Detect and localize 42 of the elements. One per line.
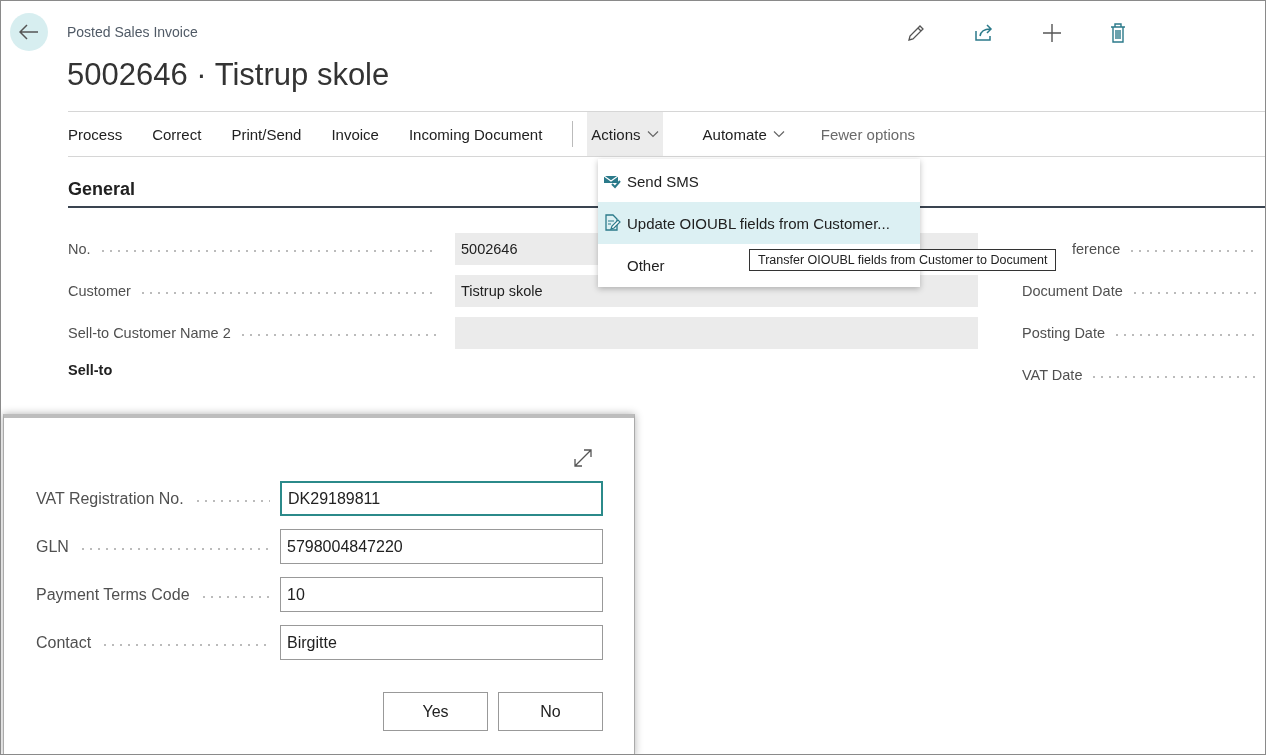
menu-item[interactable]: Send SMS [598,160,920,202]
field-label: No. [68,241,91,257]
field-label: VAT Registration No. [36,489,184,508]
action-tab[interactable]: Process [68,112,123,156]
field-label: Document Date [1022,283,1123,299]
expand-icon[interactable] [573,448,593,468]
action-tab[interactable]: Print/Send [231,112,302,156]
field-label: Contact [36,633,92,652]
caret-icon [646,130,659,138]
menu-item[interactable]: Update OIOUBL fields from Customer... [598,202,920,244]
field-label: GLN [36,537,69,556]
page-caption: Posted Sales Invoice [67,24,199,40]
document-edit-icon [603,214,621,232]
field-label: Sell-to Customer Name 2 [68,325,231,341]
plus-icon[interactable] [1042,23,1062,43]
dialog-button[interactable]: No [498,692,603,731]
input-field[interactable]: 10 [280,577,603,612]
back-arrow-icon [19,24,39,40]
input-field[interactable]: DK29189811 [280,481,603,516]
field-label: VAT Date [1022,367,1083,383]
field-label: Posting Date [1022,325,1106,341]
action-tab[interactable]: Correct [152,112,202,156]
back-button[interactable] [10,13,48,51]
caret-icon [772,130,785,138]
tooltip: Transfer OIOUBL fields from Customer to Document [749,249,1057,271]
input-field[interactable]: 5798004847220 [280,529,603,564]
action-tab[interactable]: Invoice [331,112,379,156]
field-label: ference [1072,241,1121,257]
action-tab[interactable]: Incoming Document [408,112,543,156]
dialog-button[interactable]: Yes [383,692,488,731]
menu-tab[interactable]: Automate [702,112,785,156]
input-field[interactable]: Birgitte [280,625,603,660]
page-title: 5002646 · Tistrup skole [67,57,391,93]
fewer-options-link[interactable]: Fewer options [820,112,915,156]
trash-icon[interactable] [1110,23,1126,43]
envelope-check-icon [603,173,621,189]
field-label: Customer [68,283,131,299]
pencil-icon[interactable] [906,23,926,43]
share-icon[interactable] [974,23,994,43]
field-label: Payment Terms Code [36,585,190,604]
menu-tab[interactable]: Actions [587,112,663,156]
subsection-title: Sell-to [68,362,114,378]
